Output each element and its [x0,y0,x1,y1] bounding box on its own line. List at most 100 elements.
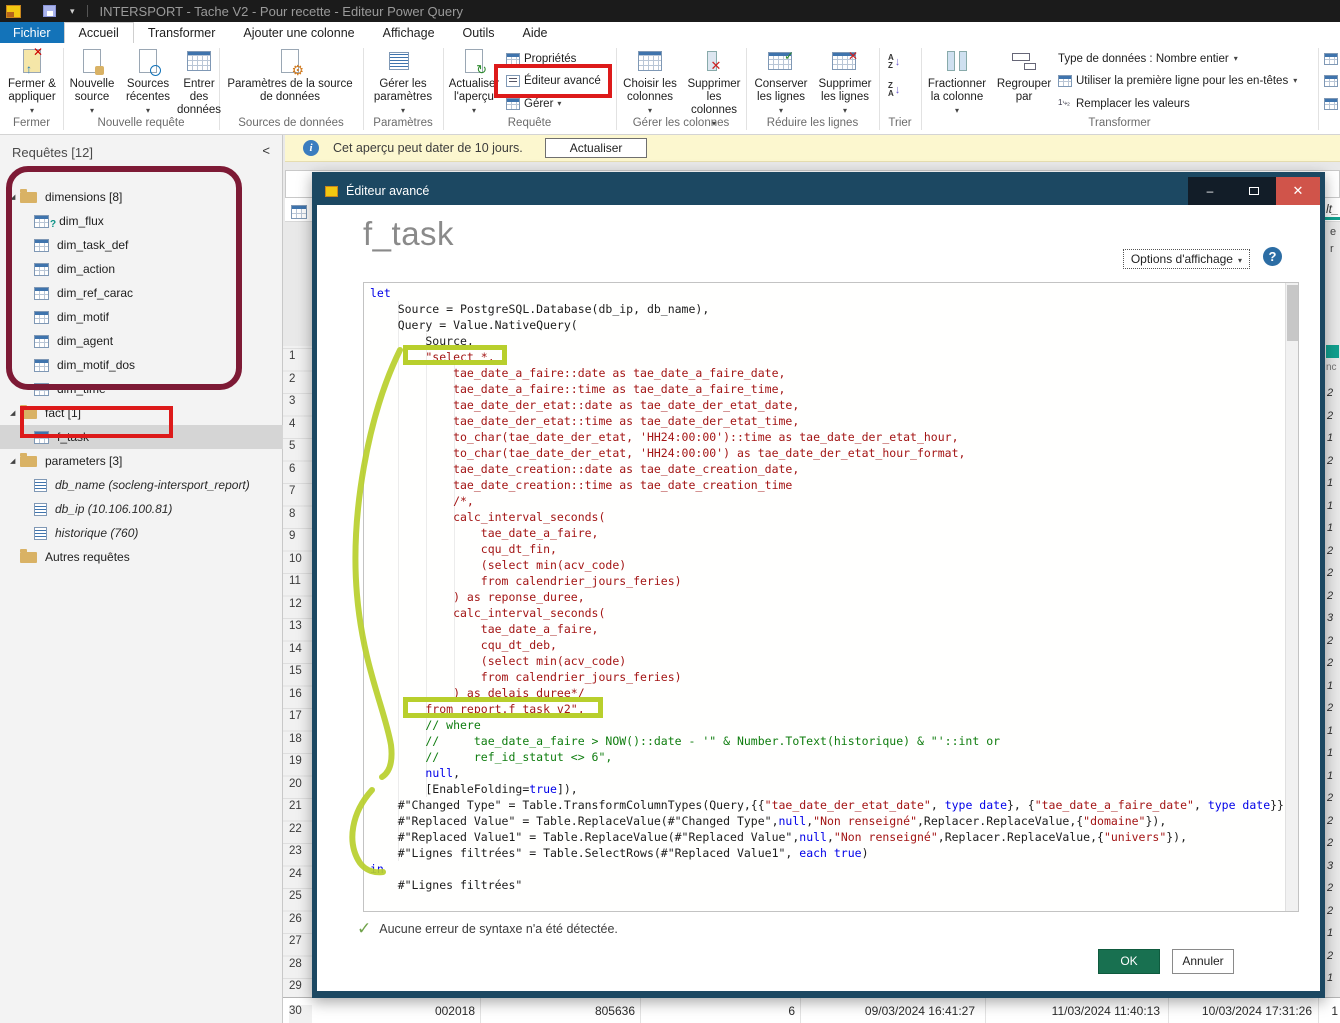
sidebar-item-db_ip[interactable]: db_ip (10.106.100.81) [0,497,283,521]
tab-fichier[interactable]: Fichier [0,22,64,43]
code-line[interactable]: calc_interval_seconds( [370,509,1298,525]
code-line[interactable]: to_char(tae_date_der_etat, 'HH24:00:00')… [370,445,1298,461]
code-line[interactable]: Query = Value.NativeQuery( [370,317,1298,333]
choose-columns-button[interactable]: Choisir les colonnes▾ [620,46,680,117]
sidebar-group-fact[interactable]: ◢fact [1] [0,401,283,425]
scrollbar-thumb[interactable] [1287,285,1298,341]
split-column-button[interactable]: Fractionner la colonne▾ [925,46,989,117]
append-queries-button[interactable]: A [1324,70,1340,91]
sidebar-group-Autres[interactable]: Autres requêtes [0,545,283,569]
code-scrollbar[interactable] [1285,283,1298,911]
sidebar-item-dim_ref_carac[interactable]: dim_ref_carac [0,281,283,305]
sidebar-item-dim_flux[interactable]: ?dim_flux [0,209,283,233]
tab-ajouter-colonne[interactable]: Ajouter une colonne [229,22,368,43]
code-line[interactable]: in [370,861,1298,877]
tab-transformer[interactable]: Transformer [134,22,230,43]
tab-outils[interactable]: Outils [449,22,509,43]
code-line[interactable]: ) as delais_duree*/ [370,685,1298,701]
code-line[interactable]: tae_date_creation::date as tae_date_crea… [370,461,1298,477]
code-line[interactable]: // where [370,717,1298,733]
code-line[interactable]: (select min(acv_code) [370,557,1298,573]
code-line[interactable]: let [370,285,1298,301]
sort-ascending-button[interactable]: AZ↓ [888,51,900,72]
code-line[interactable]: tae_date_creation::time as tae_date_crea… [370,477,1298,493]
code-line[interactable]: tae_date_der_etat::time as tae_date_der_… [370,413,1298,429]
minimize-button[interactable]: – [1188,177,1232,205]
recent-sources-button[interactable]: Sources récentes▾ [120,46,176,117]
group-by-button[interactable]: Regrouper par [993,46,1055,104]
merge-queries-button[interactable]: F [1324,48,1340,69]
keep-rows-button[interactable]: ✓ Conserver les lignes▾ [750,46,812,117]
code-line[interactable]: #"Replaced Value1" = Table.ReplaceValue(… [370,829,1298,845]
new-source-button[interactable]: Nouvelle source▾ [66,46,118,117]
display-options-dropdown[interactable]: Options d'affichage▾ [1123,249,1250,269]
expander-icon[interactable]: ◢ [10,409,20,417]
code-line[interactable]: tae_date_a_faire::time as tae_date_a_fai… [370,381,1298,397]
code-line[interactable]: from report.f_task_v2", [370,701,1298,717]
code-line[interactable]: from calendrier_jours_feries) [370,669,1298,685]
code-line[interactable]: #"Lignes filtrées" [370,877,1298,893]
sidebar-item-historique[interactable]: historique (760) [0,521,283,545]
sidebar-group-parameters[interactable]: ◢parameters [3] [0,449,283,473]
sidebar-item-dim_time[interactable]: dim_time [0,377,283,401]
properties-button[interactable]: Propriétés [506,48,576,69]
code-line[interactable]: // ref_id_statut <> 6", [370,749,1298,765]
code-line[interactable]: from calendrier_jours_feries) [370,573,1298,589]
expander-icon[interactable]: ◢ [10,193,20,201]
sort-descending-button[interactable]: ZA↓ [888,79,900,100]
manage-button[interactable]: Gérer▾ [506,93,561,114]
code-line[interactable]: cqu_dt_fin, [370,541,1298,557]
sidebar-item-db_name[interactable]: db_name (socleng-intersport_report) [0,473,283,497]
sidebar-item-dim_action[interactable]: dim_action [0,257,283,281]
code-line[interactable]: // tae_date_a_faire > NOW()::date - '" &… [370,733,1298,749]
sidebar-item-dim_motif[interactable]: dim_motif [0,305,283,329]
code-editor[interactable]: let Source = PostgreSQL.Database(db_ip, … [363,282,1299,912]
close-button[interactable]: ✕ [1276,177,1320,205]
help-icon[interactable]: ? [1263,247,1282,266]
collapse-pane-icon[interactable]: < [262,143,270,158]
sidebar-item-dim_motif_dos[interactable]: dim_motif_dos [0,353,283,377]
data-type-button[interactable]: Type de données : Nombre entier▾ [1058,48,1238,69]
code-line[interactable]: to_char(tae_date_der_etat, 'HH24:00:00')… [370,429,1298,445]
code-line[interactable]: ) as reponse_duree, [370,589,1298,605]
cancel-button[interactable]: Annuler [1172,949,1234,974]
first-row-headers-button[interactable]: Utiliser la première ligne pour les en-t… [1058,70,1297,91]
code-line[interactable]: tae_date_der_etat::date as tae_date_der_… [370,397,1298,413]
combine-files-button[interactable]: C [1324,93,1340,114]
remove-rows-button[interactable]: ✕ Supprimer les lignes▾ [814,46,876,117]
code-line[interactable]: /*, [370,493,1298,509]
save-icon[interactable] [43,5,56,17]
code-line[interactable]: tae_date_a_faire, [370,621,1298,637]
enter-data-button[interactable]: Entrer des données [178,46,220,117]
tab-affichage[interactable]: Affichage [369,22,449,43]
code-line[interactable]: #"Lignes filtrées" = Table.SelectRows(#"… [370,845,1298,861]
replace-values-button[interactable]: 1⤷₂ Remplacer les valeurs [1058,93,1190,114]
code-line[interactable]: Source, [370,333,1298,349]
sidebar-item-dim_agent[interactable]: dim_agent [0,329,283,353]
close-apply-button[interactable]: ✕↑ Fermer & appliquer▾ [2,46,62,117]
quick-access-dropdown-icon[interactable]: ▾ [70,6,75,17]
code-line[interactable]: #"Replaced Value" = Table.ReplaceValue(#… [370,813,1298,829]
sidebar-group-dimensions[interactable]: ◢dimensions [8] [0,185,283,209]
code-line[interactable]: [EnableFolding=true]), [370,781,1298,797]
ok-button[interactable]: OK [1098,949,1160,974]
code-line[interactable]: (select min(acv_code) [370,653,1298,669]
code-line[interactable]: calc_interval_seconds( [370,605,1298,621]
expander-icon[interactable]: ◢ [10,457,20,465]
data-source-settings-button[interactable]: ⚙ Paramètres de la source de données [222,46,358,104]
sidebar-item-dim_task_def[interactable]: dim_task_def [0,233,283,257]
advanced-editor-button[interactable]: Éditeur avancé [506,70,601,91]
select-all-corner-icon[interactable] [291,205,307,219]
code-line[interactable]: #"Changed Type" = Table.TransformColumnT… [370,797,1298,813]
code-line[interactable]: null, [370,765,1298,781]
maximize-button[interactable] [1232,177,1276,205]
code-line[interactable]: cqu_dt_deb, [370,637,1298,653]
sidebar-item-f_task[interactable]: f_task [0,425,283,449]
tab-accueil[interactable]: Accueil [64,22,134,43]
code-line[interactable]: "select *, [370,349,1298,365]
refresh-preview-button[interactable]: ↻ Actualiser l'aperçu▾ [446,46,502,117]
manage-parameters-button[interactable]: Gérer les paramètres▾ [366,46,440,117]
refresh-banner-button[interactable]: Actualiser [545,138,648,158]
code-line[interactable]: tae_date_a_faire, [370,525,1298,541]
tab-aide[interactable]: Aide [508,22,561,43]
